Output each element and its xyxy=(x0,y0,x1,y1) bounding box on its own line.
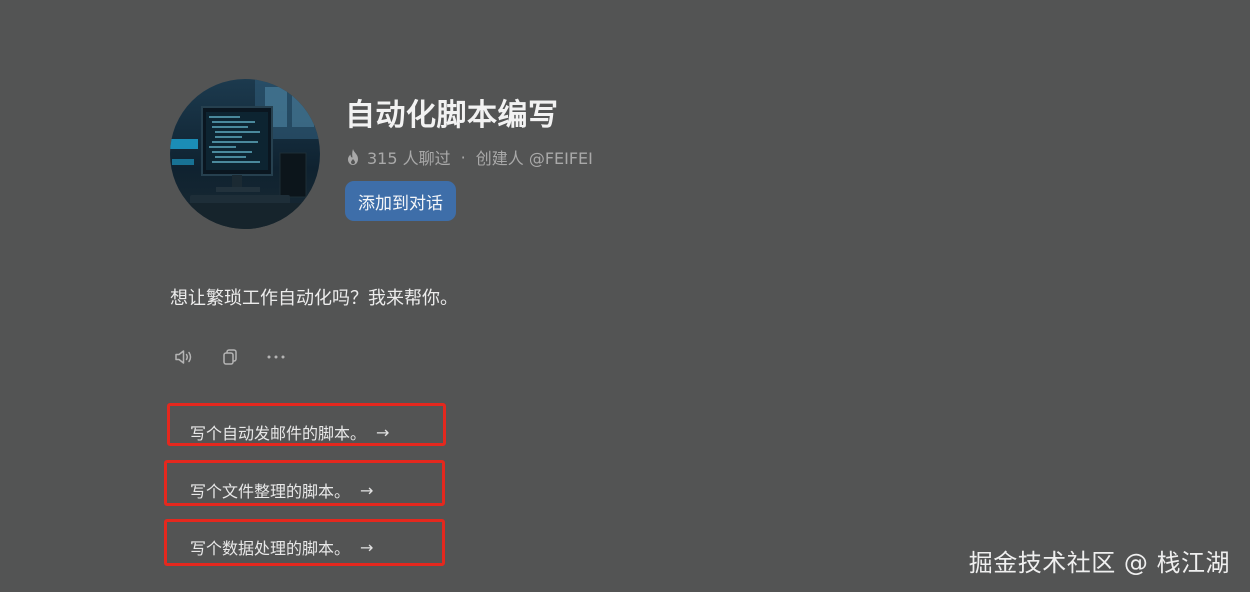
assistant-message: 想让繁琐工作自动化吗？我来帮你。 xyxy=(170,288,458,309)
creator-label[interactable]: 创建人 @FEIFEI xyxy=(476,145,593,169)
assistant-profile-page: 自动化脚本编写 315 人聊过 · 创建人 @FEIFEI 添加到对话 想让繁琐… xyxy=(0,0,1250,592)
assistant-title: 自动化脚本编写 xyxy=(345,98,559,133)
highlight-box xyxy=(164,460,445,506)
flame-icon xyxy=(345,148,361,166)
more-icon[interactable] xyxy=(265,346,287,368)
meta-separator: · xyxy=(460,147,466,167)
watermark: 掘金技术社区 @ 栈江湖 xyxy=(968,549,1230,577)
speaker-icon[interactable] xyxy=(173,346,195,368)
highlight-box xyxy=(164,519,445,566)
message-actions xyxy=(173,346,287,368)
assistant-meta: 315 人聊过 · 创建人 @FEIFEI xyxy=(345,145,593,169)
copy-icon[interactable] xyxy=(219,346,241,368)
chat-count: 315 人聊过 xyxy=(367,149,451,168)
add-to-chat-button[interactable]: 添加到对话 xyxy=(345,181,456,221)
assistant-avatar xyxy=(170,79,320,229)
highlight-box xyxy=(167,403,446,446)
